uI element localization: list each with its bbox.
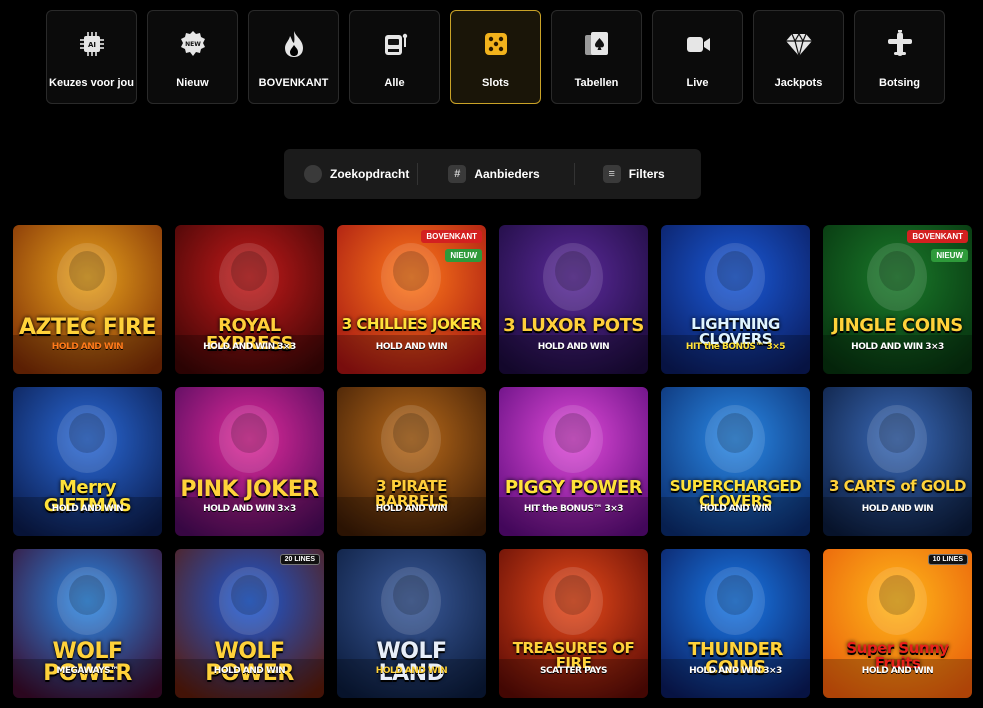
tab-slots[interactable]: Slots [450,10,541,104]
slot-machine-icon [380,29,410,59]
search-button[interactable]: Zoekopdracht [304,165,409,183]
tab-label: Tabellen [574,77,619,89]
game-title: WOLF POWER [205,639,294,686]
providers-button[interactable]: # Aanbieders [448,165,540,183]
tab-jackpots[interactable]: Jackpots [753,10,844,104]
game-subtitle: HOLD AND WIN [537,342,610,352]
game-tile[interactable]: ROYAL EXPRESS HOLD AND WIN 3×3 [175,225,324,374]
search-filter-bar: Zoekopdracht # Aanbieders ≡ Filters [284,149,701,199]
game-subtitle: HOLD AND WIN [375,504,448,514]
game-subtitle: HIT the BONUS™ 3×5 [685,342,786,352]
flame-icon [279,29,309,59]
game-subtitle: MEGAWAYS™ [56,666,119,676]
game-tile[interactable]: PINK JOKER HOLD AND WIN 3×3 [175,387,324,536]
diamond-icon [784,29,814,59]
game-title: PIGGY POWER [504,477,643,498]
new-badge-icon: NEW [178,29,208,59]
hash-icon: # [448,165,467,183]
tab-live[interactable]: Live [652,10,743,104]
tab-alle[interactable]: Alle [349,10,440,104]
divider [573,163,575,185]
lines-badge: 10 LINES [927,554,968,565]
game-tile[interactable]: 3 CHILLIES JOKER HOLD AND WIN BOVENKANT NIE… [337,225,486,374]
svg-text:AI: AI [87,41,95,49]
new-badge: NIEUW [445,249,482,262]
game-tile[interactable]: Merry GIFTMAS HOLD AND WIN [13,387,162,536]
game-tile[interactable]: 3 CARTS of GOLD HOLD AND WIN [823,387,972,536]
tab-label: Nieuw [176,77,209,89]
game-subtitle: HOLD AND WIN 3×3 [203,504,296,514]
game-tile[interactable]: JINGLE COINS HOLD AND WIN 3×3 BOVENKANT NIE… [823,225,972,374]
game-title: 3 CHILLIES JOKER [341,315,482,333]
game-subtitle: HOLD AND WIN 3×3 [203,342,296,352]
game-title: PINK JOKER [180,477,319,502]
tab-botsing[interactable]: Botsing [854,10,945,104]
airplane-icon [885,29,915,59]
game-subtitle: HIT the BONUS™ 3×3 [523,504,624,514]
search-icon [304,165,322,183]
game-subtitle: HOLD AND WIN [861,666,934,676]
cards-icon [582,29,612,59]
game-subtitle: HOLD AND WIN 3×3 [851,342,944,352]
tab-label: Slots [482,77,509,89]
game-subtitle: HOLD AND WIN [861,504,934,514]
game-title: JINGLE COINS [832,315,963,336]
tab-label: Jackpots [774,77,823,89]
tab-label: Keuzes voor jou [49,77,134,89]
tab-label: BOVENKANT [258,77,329,89]
tab-keuzes-voor-jou[interactable]: AI Keuzes voor jou [46,10,137,104]
game-tile[interactable]: 3 PIRATE BARRELS HOLD AND WIN [337,387,486,536]
game-title: WOLF POWER [43,639,132,686]
top-badge: BOVENKANT [907,230,968,243]
game-tile[interactable]: WOLF POWER MEGAWAYS™ [13,549,162,698]
tab-tabellen[interactable]: Tabellen [551,10,642,104]
game-tile[interactable]: WOLF POWER HOLD AND WIN 20 LINES [175,549,324,698]
game-tile[interactable]: PIGGY POWER HIT the BONUS™ 3×3 [499,387,648,536]
game-tile[interactable]: SUPERCHARGED CLOVERS HOLD AND WIN [661,387,810,536]
top-badge: BOVENKANT [421,230,482,243]
providers-label: Aanbieders [474,167,540,181]
game-subtitle: HOLD AND WIN [51,342,124,352]
tab-label: Alle [384,77,405,89]
game-tile[interactable]: THUNDER COINS HOLD AND WIN 3×3 [661,549,810,698]
new-badge: NIEUW [931,249,968,262]
game-subtitle: HOLD AND WIN [375,666,448,676]
game-tile[interactable]: LIGHTNING CLOVERS HIT the BONUS™ 3×5 [661,225,810,374]
filter-icon: ≡ [602,165,621,183]
game-subtitle: SCATTER PAYS [540,666,607,676]
game-tile[interactable]: AZTEC FIRE HOLD AND WIN [13,225,162,374]
lines-badge: 20 LINES [279,554,320,565]
divider [417,163,419,185]
game-subtitle: HOLD AND WIN [213,666,286,676]
game-subtitle: HOLD AND WIN [375,342,448,352]
video-camera-icon [683,29,713,59]
ai-chip-icon: AI [77,29,107,59]
game-title: WOLF LAND [376,639,447,686]
tab-label: Live [686,77,709,89]
game-tile[interactable]: 3 LUXOR POTS HOLD AND WIN [499,225,648,374]
tab-bovenkant[interactable]: BOVENKANT [248,10,339,104]
game-tile[interactable]: Super Sunny Fruits HOLD AND WIN 10 LINES [823,549,972,698]
svg-text:NEW: NEW [185,41,201,48]
category-tabs: AI Keuzes voor jou NEW Nieuw BOVENKANT Alle Sl… [46,10,945,104]
game-grid: AZTEC FIRE HOLD AND WIN ROYAL EXPRESS HOLD … [13,225,972,698]
game-subtitle: HOLD AND WIN [51,504,124,514]
tab-nieuw[interactable]: NEW Nieuw [147,10,238,104]
dice-icon [481,29,511,59]
game-subtitle: HOLD AND WIN [699,504,772,514]
game-subtitle: HOLD AND WIN 3×3 [689,666,782,676]
filters-button[interactable]: ≡ Filters [602,165,665,183]
game-title: 3 LUXOR POTS [503,315,644,336]
game-tile[interactable]: WOLF LAND HOLD AND WIN [337,549,486,698]
search-label: Zoekopdracht [330,167,410,181]
game-title: AZTEC FIRE [18,315,157,340]
filters-label: Filters [628,167,665,181]
game-tile[interactable]: TREASURES OF FIRE SCATTER PAYS [499,549,648,698]
tab-label: Botsing [879,77,920,89]
game-title: 3 CARTS of GOLD [828,477,967,495]
